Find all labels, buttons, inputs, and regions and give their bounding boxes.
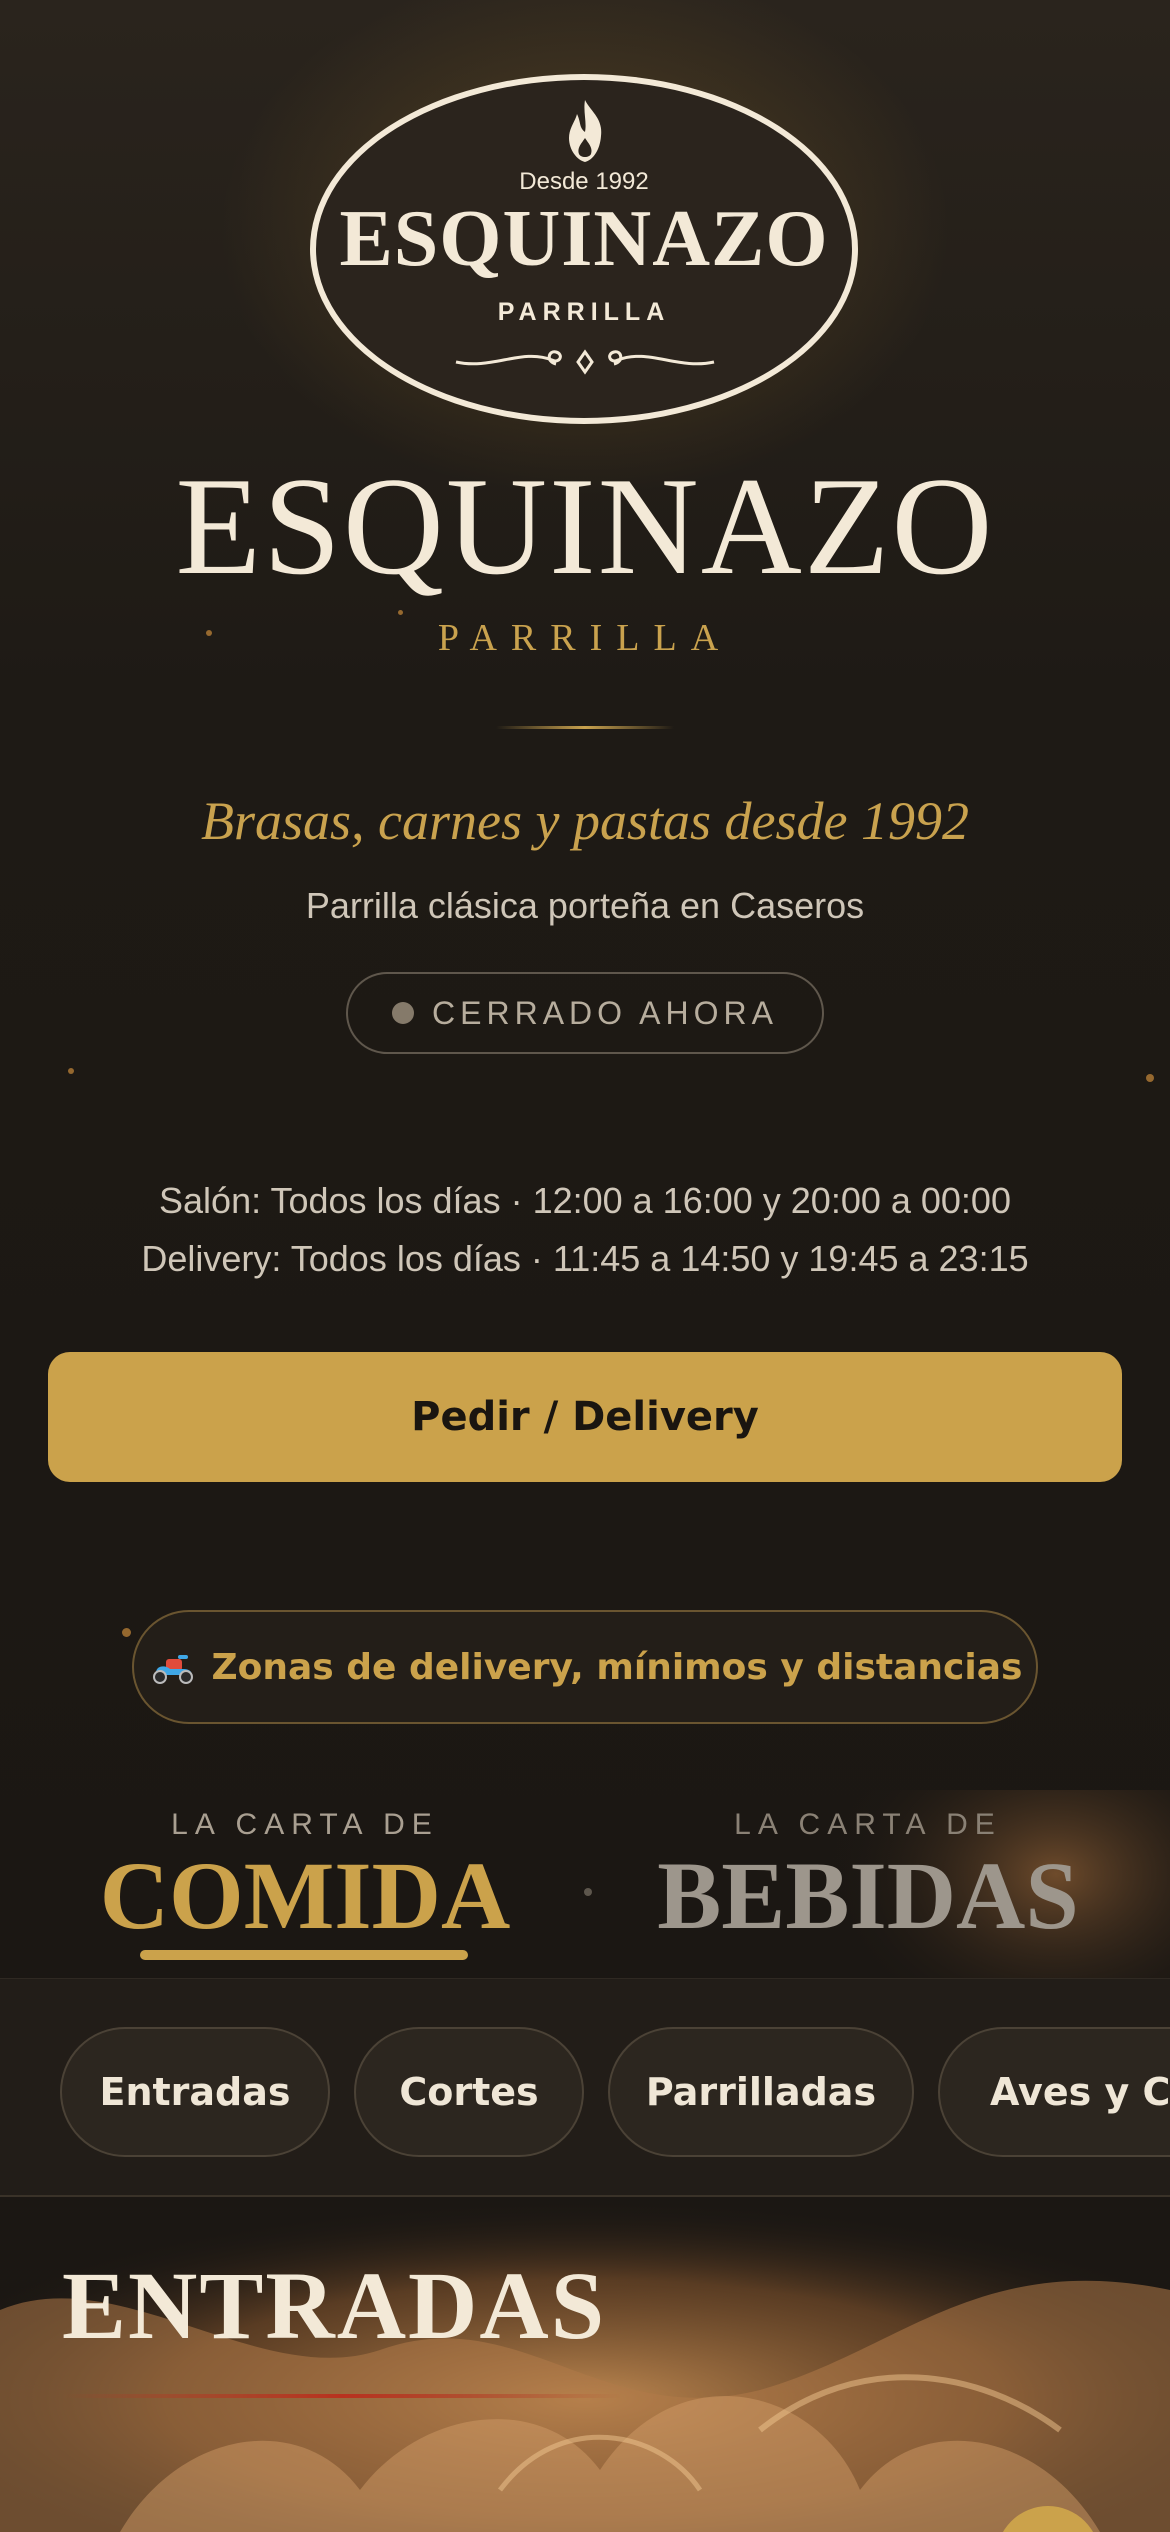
section-underline bbox=[62, 2394, 622, 2398]
delivery-zones-label: Zonas de delivery, mínimos y distancias bbox=[211, 1646, 1023, 1688]
tab-drinks-pre: LA CARTA DE bbox=[734, 1808, 1002, 1841]
hours-salon: Salón: Todos los días · 12:00 a 16:00 y … bbox=[159, 1180, 1011, 1221]
ember-particle bbox=[1146, 1074, 1154, 1082]
category-chip-aves[interactable]: Aves y Ce bbox=[938, 2027, 1170, 2157]
ember-particle bbox=[398, 610, 403, 615]
tab-menu-food[interactable]: LA CARTA DE COMIDA bbox=[80, 1808, 530, 1946]
logo-subtitle: PARRILLA bbox=[497, 298, 671, 326]
order-delivery-button[interactable]: Pedir / Delivery bbox=[48, 1352, 1122, 1482]
category-chip-entradas[interactable]: Entradas bbox=[60, 2027, 330, 2157]
category-chip-cortes[interactable]: Cortes bbox=[354, 2027, 584, 2157]
status-badge: CERRADO AHORA bbox=[346, 972, 824, 1054]
tab-food-pre: LA CARTA DE bbox=[171, 1808, 439, 1841]
category-chip-bar[interactable]: Entradas Cortes Parrilladas Aves y Ce bbox=[0, 1978, 1170, 2197]
hero-subtitle: PARRILLA bbox=[437, 617, 733, 659]
gold-divider bbox=[496, 726, 674, 729]
tab-separator-dot bbox=[584, 1888, 592, 1896]
logo-name: ESQUINAZO bbox=[339, 195, 829, 283]
status-label: CERRADO AHORA bbox=[432, 994, 778, 1031]
scooter-icon bbox=[152, 1655, 193, 1684]
tab-menu-drinks[interactable]: LA CARTA DE BEBIDAS bbox=[648, 1808, 1088, 1946]
page: Desde 1992 ESQUINAZO PARRILLA ESQUINAZO … bbox=[0, 0, 1170, 2532]
status-dot-icon bbox=[392, 1002, 415, 1024]
location-text: Parrilla clásica porteña en Caseros bbox=[305, 885, 865, 926]
hero-title: ESQUINAZO bbox=[175, 449, 995, 604]
delivery-zones-button[interactable]: Zonas de delivery, mínimos y distancias bbox=[132, 1610, 1038, 1724]
flourish-ornament-icon bbox=[455, 349, 715, 375]
section-title: ENTRADAS bbox=[62, 2252, 607, 2359]
ember-particle bbox=[68, 1068, 74, 1074]
active-tab-indicator bbox=[140, 1950, 468, 1960]
logo-since-text: Desde 1992 bbox=[519, 168, 649, 195]
hours-delivery: Delivery: Todos los días · 11:45 a 14:50… bbox=[141, 1238, 1029, 1279]
tab-drinks-title: BEBIDAS bbox=[657, 1842, 1079, 1949]
ember-particle bbox=[122, 1628, 131, 1637]
tab-food-title: COMIDA bbox=[99, 1842, 511, 1949]
flame-icon bbox=[569, 100, 602, 162]
tagline: Brasas, carnes y pastas desde 1992 bbox=[201, 791, 969, 851]
category-chip-parrilladas[interactable]: Parrilladas bbox=[608, 2027, 914, 2157]
